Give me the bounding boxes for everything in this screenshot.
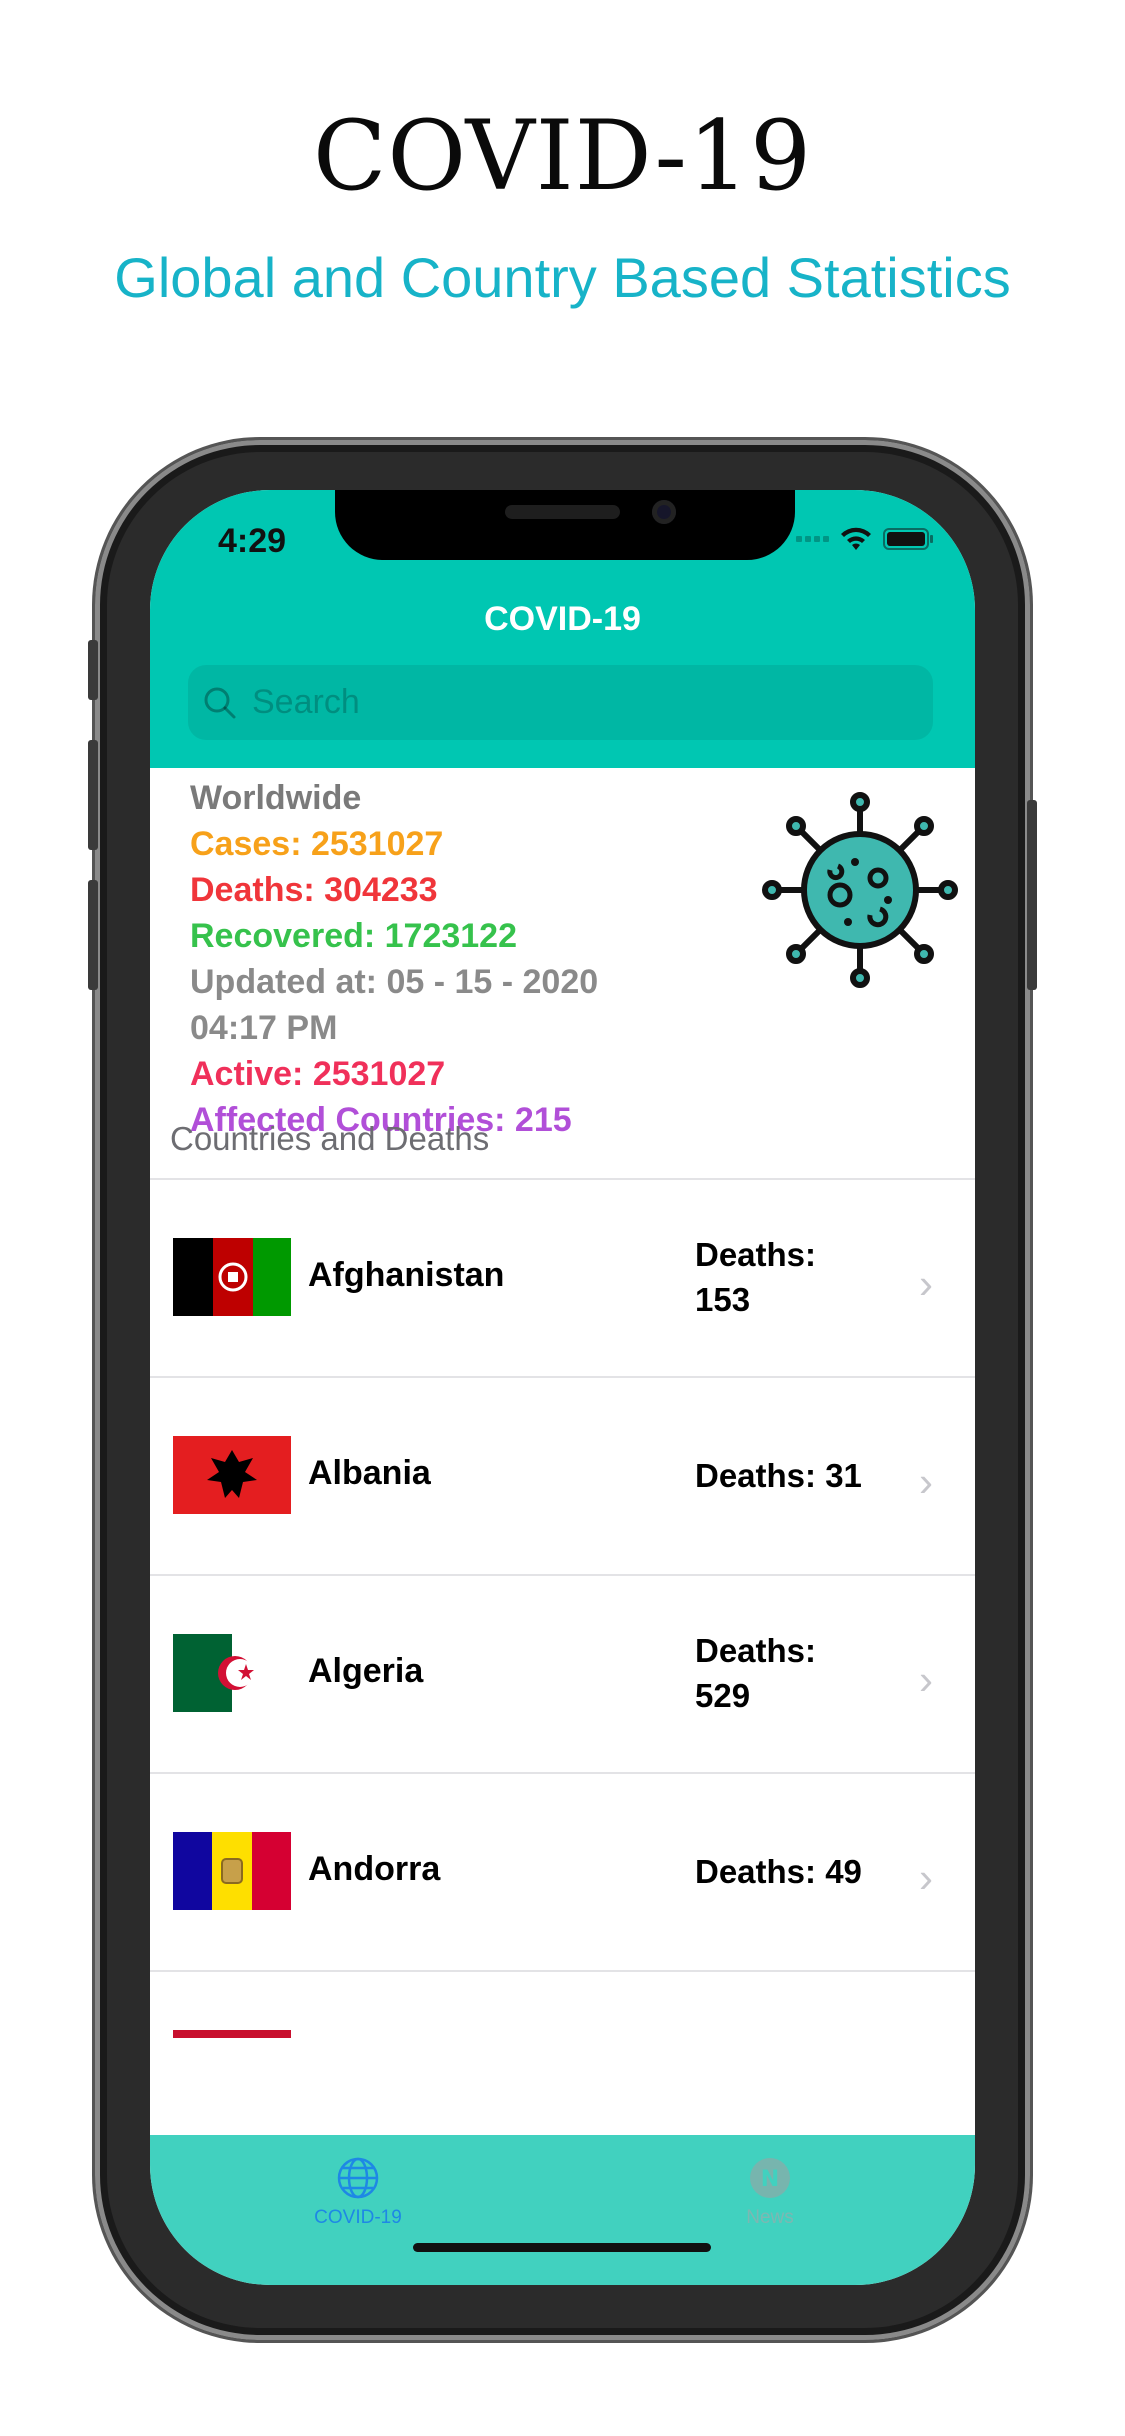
speaker (505, 505, 620, 519)
nav-title: COVID-19 (484, 600, 641, 638)
globe-icon (337, 2157, 379, 2199)
list-item[interactable]: Algeria Deaths: 529 › (150, 1576, 975, 1774)
deaths-count: Deaths: 153 (695, 1232, 855, 1322)
volume-up-button (88, 740, 98, 850)
wifi-icon (841, 527, 871, 550)
country-name: Andorra (308, 1850, 441, 1888)
andorra-flag (173, 1832, 291, 1910)
tab-label: COVID-19 (314, 2207, 402, 2228)
search-input[interactable] (250, 682, 874, 723)
search-icon (204, 687, 236, 718)
news-icon: N (750, 2158, 790, 2198)
country-name: Algeria (308, 1652, 424, 1690)
search-bar[interactable] (188, 665, 933, 740)
tab-label: News (746, 2207, 794, 2228)
algeria-flag (173, 1634, 291, 1712)
list-item[interactable]: Afghanistan Deaths: 153 › (150, 1180, 975, 1378)
phone-screen: 4:29 COVID-19 Search Worldwide Cases: 25… (150, 490, 975, 2285)
deaths-stat: Deaths: 304233 (190, 871, 438, 909)
chevron-right-icon: › (919, 1458, 933, 1505)
deaths-count: Deaths: 49 (695, 1849, 895, 1894)
promo-subtitle: Global and Country Based Statistics (114, 246, 1011, 309)
chevron-right-icon: › (919, 1656, 933, 1703)
country-name: Afghanistan (308, 1256, 505, 1294)
worldwide-stats: Worldwide Cases: 2531027 Deaths: 304233 … (190, 775, 750, 1143)
deaths-count: Deaths: 529 (695, 1628, 855, 1718)
deaths-label: Deaths: (695, 1236, 817, 1273)
status-time: 4:29 (218, 522, 287, 560)
virus-icon (762, 792, 958, 988)
afghanistan-flag (173, 1238, 291, 1316)
chevron-right-icon: › (919, 1260, 933, 1307)
promo-title: COVID-19 (312, 100, 813, 212)
chevron-right-icon: › (919, 1854, 933, 1901)
updated-time-stat: 04:17 PM (190, 1009, 338, 1047)
deaths-value: 529 (695, 1677, 751, 1714)
notch (335, 490, 795, 560)
deaths-label: Deaths: 31 (695, 1457, 862, 1494)
battery-icon (883, 528, 933, 550)
front-camera (652, 500, 676, 524)
albania-flag (173, 1436, 291, 1514)
tab-news[interactable]: N News (670, 2155, 870, 2229)
signal-icon (796, 536, 829, 542)
list-item[interactable]: Andorra Deaths: 49 › (150, 1774, 975, 1972)
svg-text:N: N (761, 2167, 779, 2192)
status-icons (796, 526, 935, 552)
volume-down-button (88, 880, 98, 990)
mute-switch (88, 640, 98, 700)
deaths-label: Deaths: 49 (695, 1853, 862, 1890)
cases-stat: Cases: 2531027 (190, 825, 444, 863)
worldwide-heading: Worldwide (190, 779, 362, 817)
recovered-stat: Recovered: 1723122 (190, 917, 518, 955)
tab-covid19[interactable]: COVID-19 (258, 2155, 458, 2229)
section-header: Countries and Deaths (170, 1120, 490, 1157)
partial-flag (173, 2030, 291, 2038)
deaths-label: Deaths: (695, 1632, 817, 1669)
deaths-count: Deaths: 31 (695, 1453, 895, 1498)
list-item[interactable]: Albania Deaths: 31 › (150, 1378, 975, 1576)
updated-stat: Updated at: 05 - 15 - 2020 (190, 963, 599, 1001)
power-button (1027, 800, 1037, 990)
active-stat: Active: 2531027 (190, 1055, 446, 1093)
country-list: Afghanistan Deaths: 153 › Albania Deaths… (150, 1178, 975, 2168)
tab-bar: COVID-19 N News (150, 2135, 975, 2285)
deaths-value: 153 (695, 1281, 751, 1318)
home-indicator (413, 2243, 711, 2252)
country-name: Albania (308, 1454, 431, 1492)
